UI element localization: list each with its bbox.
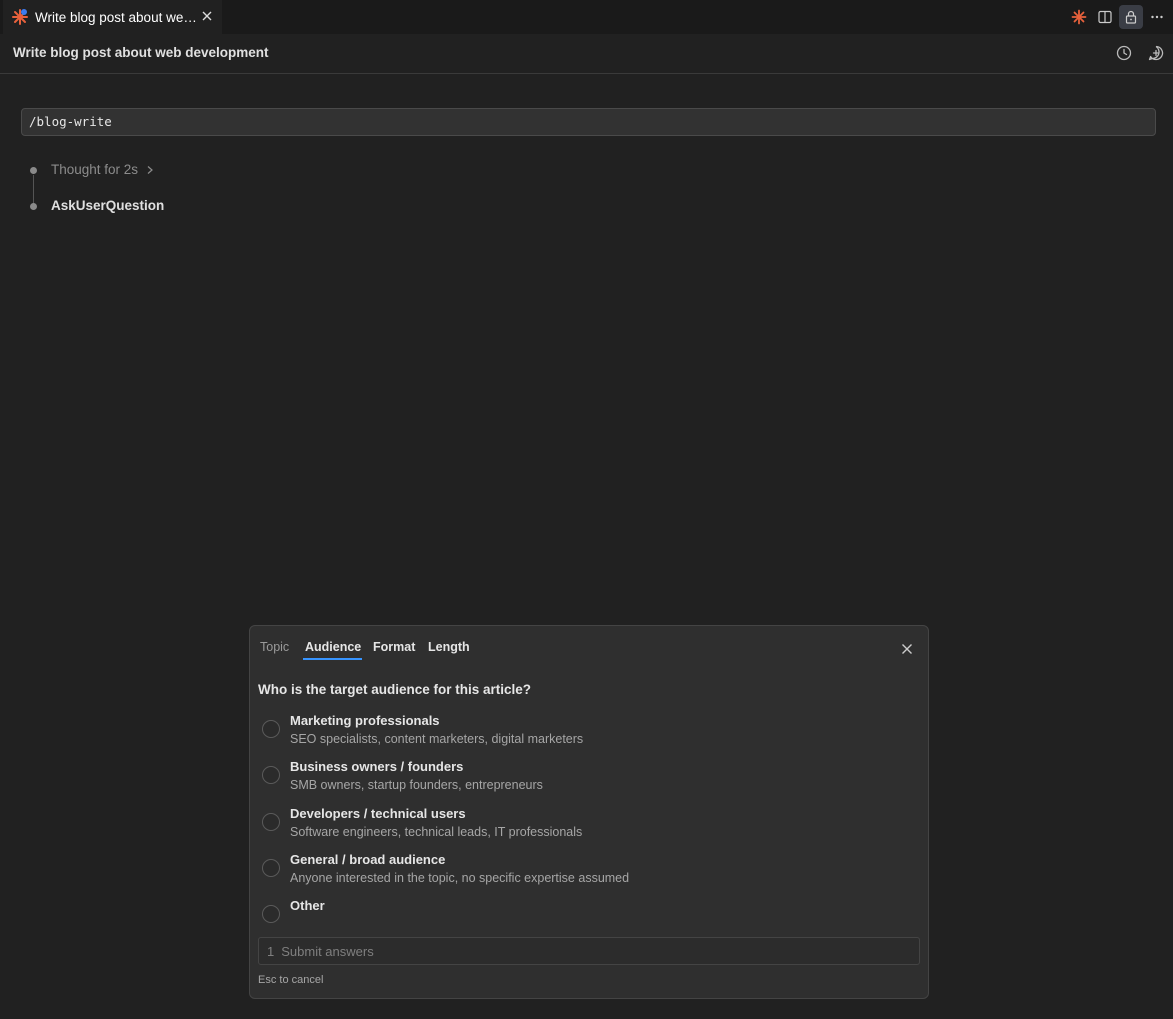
option-general[interactable]: General / broad audience Anyone interest… [262,852,902,892]
timeline-dot [30,203,37,210]
radio-button[interactable] [262,859,280,877]
editor-tab[interactable]: Write blog post about web development [3,0,222,34]
split-editor-button[interactable] [1093,5,1117,29]
tab-format[interactable]: Format [373,640,415,654]
tool-step: AskUserQuestion [51,198,165,213]
radio-button[interactable] [262,720,280,738]
radio-button[interactable] [262,766,280,784]
new-chat-icon[interactable] [1147,44,1165,62]
option-label: Business owners / founders [290,759,464,774]
submit-shortcut-number: 1 [267,943,275,959]
claude-spark-icon [1071,9,1087,25]
option-label: Developers / technical users [290,806,466,821]
claude-spark-button[interactable] [1067,5,1091,29]
chevron-right-icon [147,165,153,174]
tab-bar: Write blog post about web development [0,0,1173,34]
claude-spark-icon [12,9,28,25]
submit-label: Submit answers [281,943,374,959]
question-text: Who is the target audience for this arti… [258,682,532,697]
timeline-connector [33,175,34,205]
tab-audience[interactable]: Audience [305,640,361,654]
option-description: SEO specialists, content marketers, digi… [290,732,584,746]
editor-actions [1065,0,1173,34]
option-developers[interactable]: Developers / technical users Software en… [262,806,902,846]
close-icon[interactable] [200,9,214,23]
tab-length[interactable]: Length [428,640,470,654]
option-business[interactable]: Business owners / founders SMB owners, s… [262,759,902,799]
more-button[interactable] [1145,5,1169,29]
option-description: Anyone interested in the topic, no speci… [290,871,630,885]
question-panel: Topic Audience Format Length Who is the … [249,625,929,999]
lock-button[interactable] [1119,5,1143,29]
option-label: General / broad audience [290,852,446,867]
page-title: Write blog post about web development [13,45,269,60]
timeline-dot [30,167,37,174]
option-marketing[interactable]: Marketing professionals SEO specialists,… [262,713,902,753]
close-icon[interactable] [900,642,914,656]
radio-button[interactable] [262,905,280,923]
split-editor-icon [1098,10,1112,24]
option-other[interactable]: Other [262,898,902,938]
submit-answers-button[interactable]: 1 Submit answers [258,937,920,965]
thought-step[interactable]: Thought for 2s [51,162,154,177]
user-command-message: /blog-write [21,108,1156,136]
option-description: SMB owners, startup founders, entreprene… [290,778,543,792]
option-description: Software engineers, technical leads, IT … [290,825,583,839]
radio-button[interactable] [262,813,280,831]
tab-title: Write blog post about web development [35,9,201,25]
lock-icon [1125,10,1137,24]
active-tab-indicator [303,658,362,660]
option-label: Marketing professionals [290,713,440,728]
option-label: Other [290,898,325,913]
more-icon [1151,15,1163,19]
esc-hint: Esc to cancel [258,974,324,986]
chat-header: Write blog post about web development [0,34,1173,74]
history-icon[interactable] [1115,44,1133,62]
tab-topic[interactable]: Topic [260,640,289,654]
thought-label: Thought for 2s [51,162,139,177]
